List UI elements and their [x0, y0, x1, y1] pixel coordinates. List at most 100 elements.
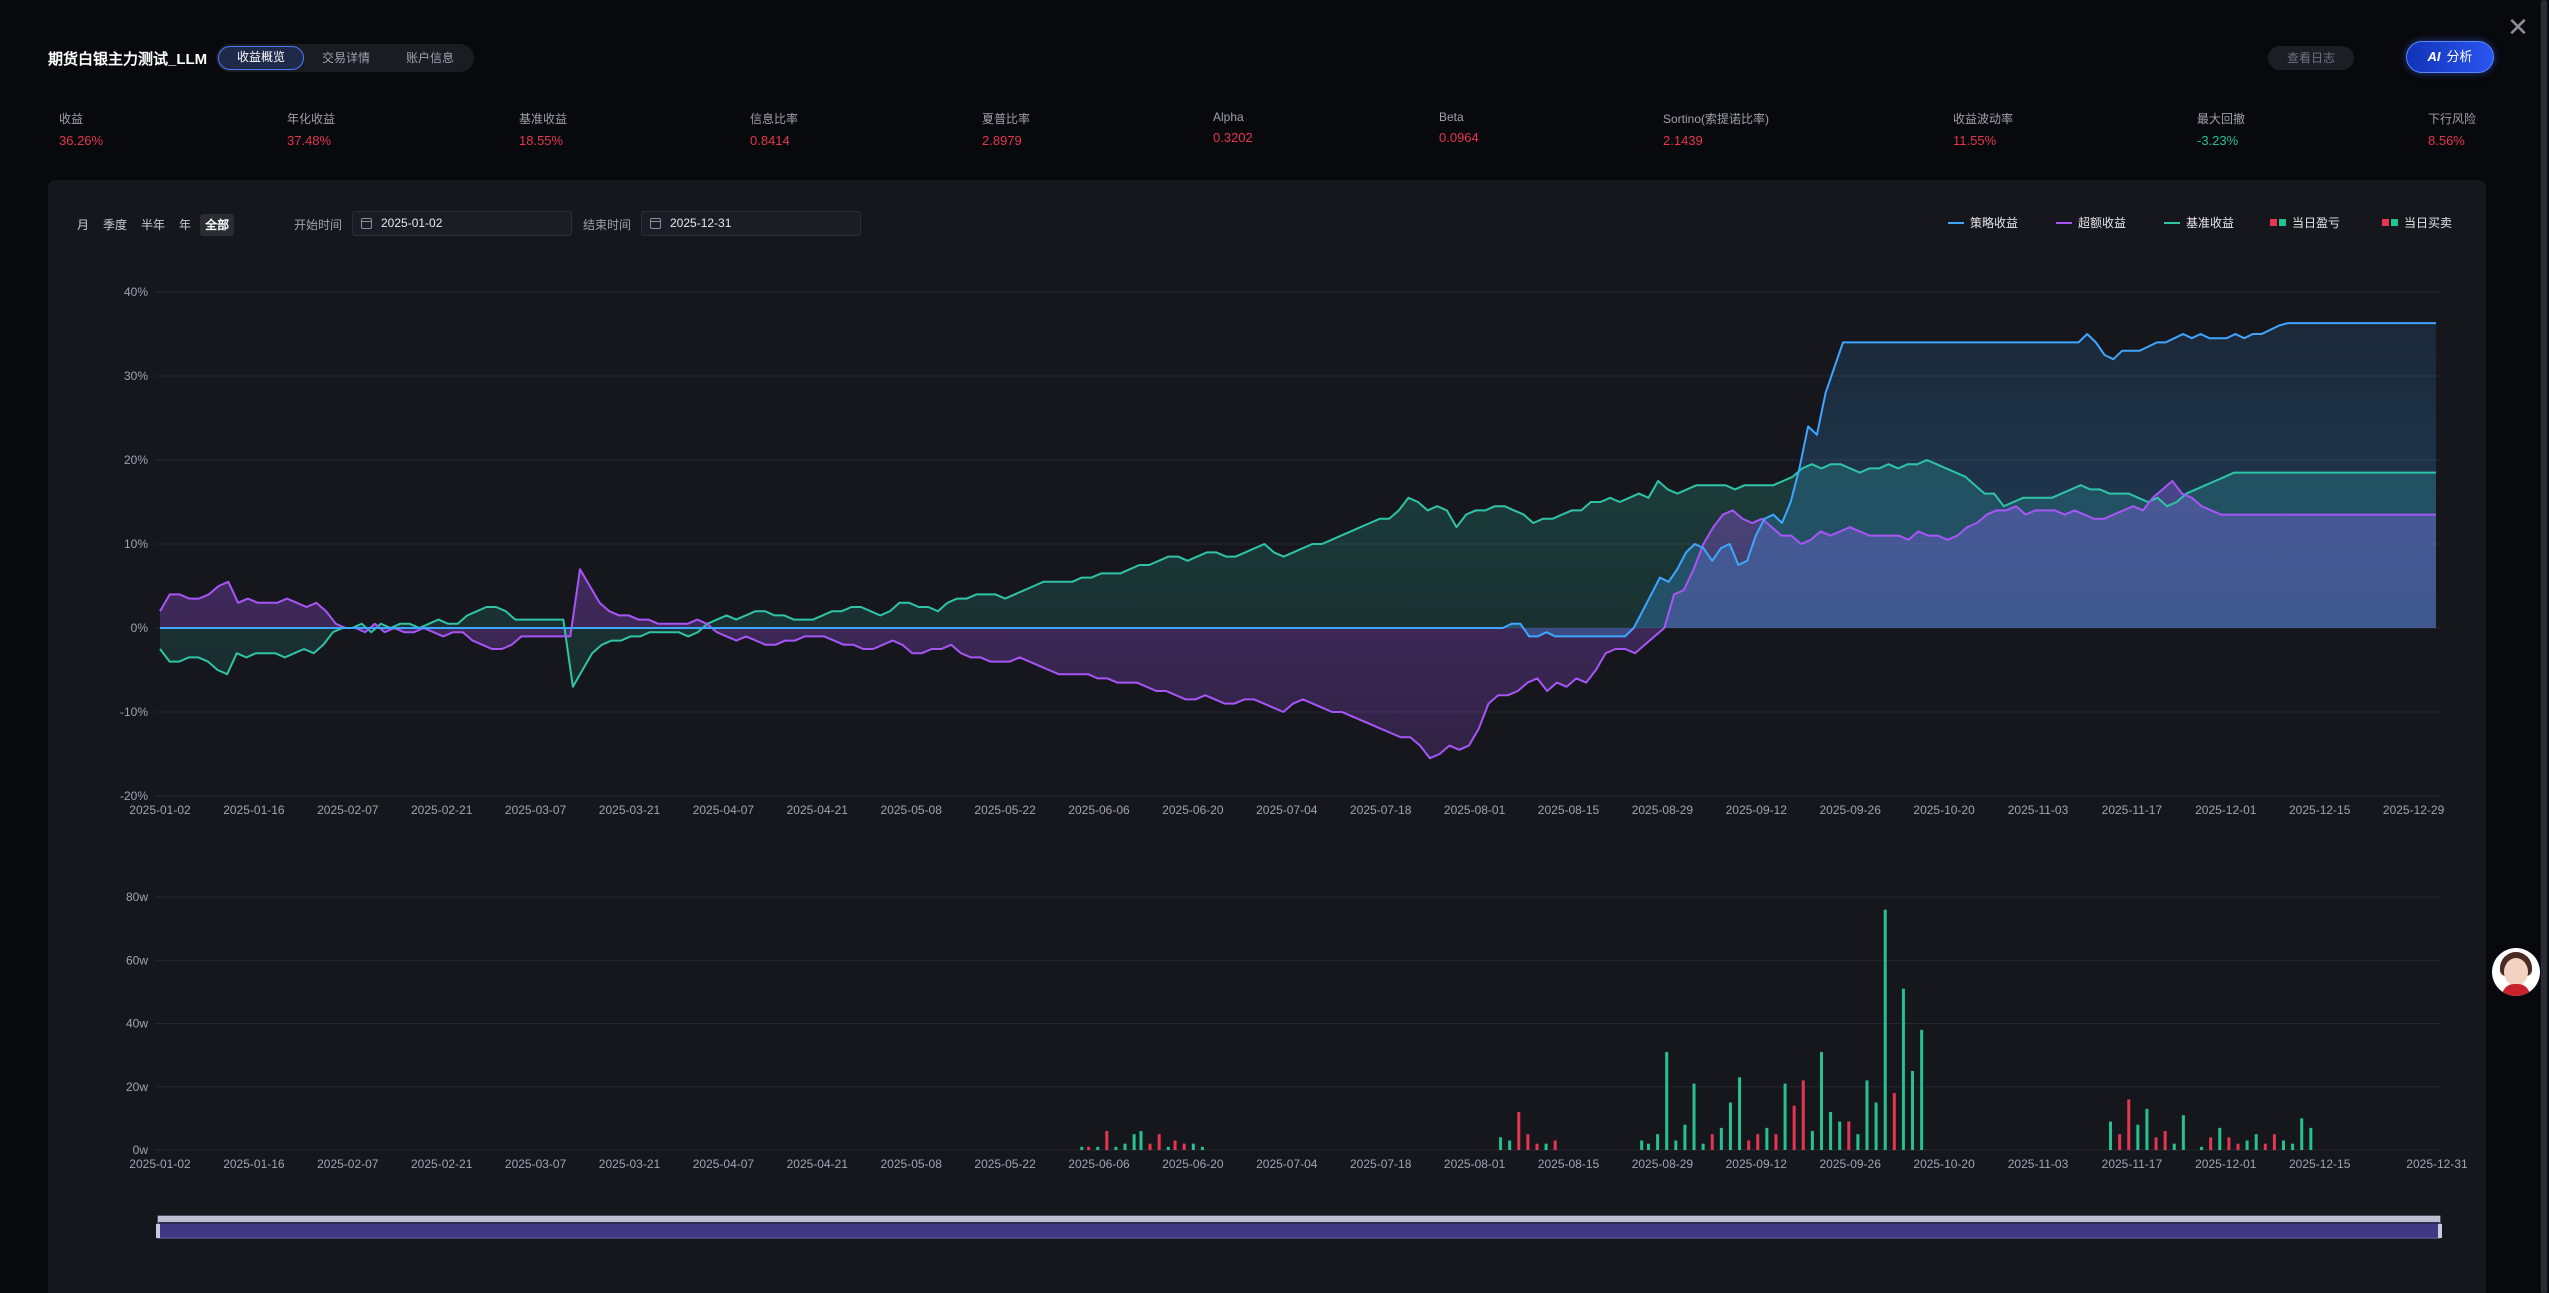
volume-bar — [2282, 1140, 2286, 1150]
x-tick-label: 2025-12-15 — [2289, 803, 2351, 817]
x-tick-label: 2025-05-22 — [974, 803, 1036, 817]
x-tick-label: 2025-08-29 — [1632, 803, 1694, 817]
volume-bar — [1665, 1051, 1669, 1150]
range-slider-right-handle[interactable] — [2438, 1224, 2442, 1238]
x-tick-label: 2025-08-15 — [1538, 803, 1600, 817]
x-tick-label: 2025-06-20 — [1162, 1157, 1224, 1171]
y-tick-label: -10% — [120, 705, 148, 719]
volume-bar — [1710, 1134, 1714, 1150]
volume-bar — [1783, 1083, 1787, 1150]
volume-bar — [1883, 909, 1887, 1150]
x-tick-label: 2025-06-06 — [1068, 1157, 1130, 1171]
volume-bar — [1792, 1105, 1796, 1150]
x-tick-label: 2025-02-07 — [317, 803, 379, 817]
volume-bar — [2154, 1137, 2158, 1150]
y-tick-label: 40% — [124, 285, 148, 299]
x-tick-label: 2025-12-01 — [2195, 1157, 2257, 1171]
x-tick-label: 2025-08-01 — [1444, 1157, 1506, 1171]
x-tick-label: 2025-07-18 — [1350, 803, 1412, 817]
assistant-avatar[interactable] — [2492, 948, 2540, 996]
x-tick-label: 2025-09-26 — [1820, 803, 1882, 817]
volume-bar — [1674, 1140, 1678, 1150]
volume-bar — [1719, 1127, 1723, 1150]
volume-bar — [2236, 1143, 2240, 1150]
range-slider-left-handle[interactable] — [156, 1224, 160, 1238]
volume-bar — [1892, 1093, 1896, 1150]
x-tick-label: 2025-08-15 — [1538, 1157, 1600, 1171]
y-tick-label: 60w — [126, 953, 148, 967]
y-tick-label: 30% — [124, 369, 148, 383]
x-tick-label: 2025-09-12 — [1726, 803, 1788, 817]
volume-bar — [1901, 988, 1905, 1150]
volume-bar — [1123, 1143, 1127, 1150]
volume-bar — [2300, 1118, 2304, 1150]
volume-bar — [1080, 1146, 1084, 1150]
x-tick-label: 2025-02-07 — [317, 1157, 379, 1171]
x-tick-label: 2025-11-17 — [2102, 803, 2163, 817]
scrollbar-thumb[interactable] — [2541, 0, 2547, 1293]
x-tick-label: 2025-04-07 — [693, 1157, 755, 1171]
volume-bar — [1508, 1140, 1512, 1150]
y-tick-label: 20% — [124, 453, 148, 467]
volume-bar — [1544, 1143, 1548, 1150]
volume-bar — [1191, 1143, 1195, 1150]
x-tick-label: 2025-01-02 — [129, 803, 191, 817]
x-tick-label: 2025-02-21 — [411, 1157, 473, 1171]
x-tick-label: 2025-08-01 — [1444, 803, 1506, 817]
x-tick-label: 2025-03-21 — [599, 1157, 661, 1171]
volume-bar — [1535, 1143, 1539, 1150]
volume-bar — [2163, 1131, 2167, 1150]
x-tick-label: 2025-05-22 — [974, 1157, 1036, 1171]
volume-bar — [1517, 1112, 1521, 1150]
x-tick-label: 2025-04-07 — [693, 803, 755, 817]
y-tick-label: 20w — [126, 1080, 148, 1094]
volume-bar — [1774, 1134, 1778, 1150]
cumulative-returns-chart: 40% 30% 20% 10% 0% -10% -20%2025-01-02 2025-01-… — [120, 285, 2445, 817]
x-tick-label: 2025-07-04 — [1256, 1157, 1318, 1171]
volume-bar — [2109, 1121, 2113, 1150]
x-tick-label: 2025-05-08 — [881, 803, 943, 817]
volume-bar — [1683, 1124, 1687, 1150]
x-tick-label: 2025-07-04 — [1256, 803, 1318, 817]
volume-bar — [1157, 1134, 1161, 1150]
volume-bar — [1838, 1121, 1842, 1150]
x-tick-label: 2025-12-31 — [2406, 1157, 2468, 1171]
x-tick-label: 2025-03-07 — [505, 1157, 567, 1171]
x-tick-label: 2025-11-03 — [2008, 1157, 2069, 1171]
volume-bar — [1728, 1102, 1732, 1150]
volume-bar — [1148, 1143, 1152, 1150]
volume-bar — [2245, 1140, 2249, 1150]
volume-bar — [1182, 1143, 1186, 1150]
avatar-face — [2504, 958, 2528, 986]
volume-bar — [1765, 1127, 1769, 1150]
x-tick-label: 2025-07-18 — [1350, 1157, 1412, 1171]
volume-bar — [1847, 1121, 1851, 1150]
volume-bar — [1200, 1146, 1204, 1150]
x-tick-label: 2025-10-20 — [1913, 1157, 1975, 1171]
volume-bar — [1173, 1140, 1177, 1150]
range-slider-window[interactable] — [158, 1224, 2440, 1238]
modal-scrollbar[interactable] — [2540, 0, 2548, 1293]
volume-bar — [2181, 1115, 2185, 1150]
volume-bar — [1114, 1146, 1118, 1150]
x-tick-label: 2025-09-26 — [1820, 1157, 1882, 1171]
volume-bar — [1640, 1140, 1644, 1150]
volume-bar — [1738, 1077, 1742, 1150]
volume-bar — [1829, 1112, 1833, 1150]
volume-bar — [2209, 1137, 2213, 1150]
volume-bar — [1747, 1140, 1751, 1150]
volume-bar — [1647, 1143, 1651, 1150]
x-tick-label: 2025-10-20 — [1913, 803, 1975, 817]
volume-bar — [1499, 1137, 1503, 1150]
volume-bar — [1692, 1083, 1696, 1150]
returns-charts: 40%30%20%10%0%-10%-20%2025-01-02 2025-01-… — [120, 285, 2468, 1239]
range-slider[interactable] — [156, 1215, 2442, 1239]
x-tick-label: 2025-02-21 — [411, 803, 473, 817]
volume-bar — [1756, 1134, 1760, 1150]
range-slider-selected[interactable] — [158, 1216, 2440, 1222]
volume-bar — [2172, 1143, 2176, 1150]
volume-bar — [2309, 1127, 2313, 1150]
strategy-detail-modal: ✕ 期货白银主力测试_LLM 收益概览 交易详情 账户信息 查看日志 AI 分析 … — [0, 0, 2549, 1293]
volume-bar — [2272, 1134, 2276, 1150]
volume-bar — [2127, 1099, 2131, 1150]
